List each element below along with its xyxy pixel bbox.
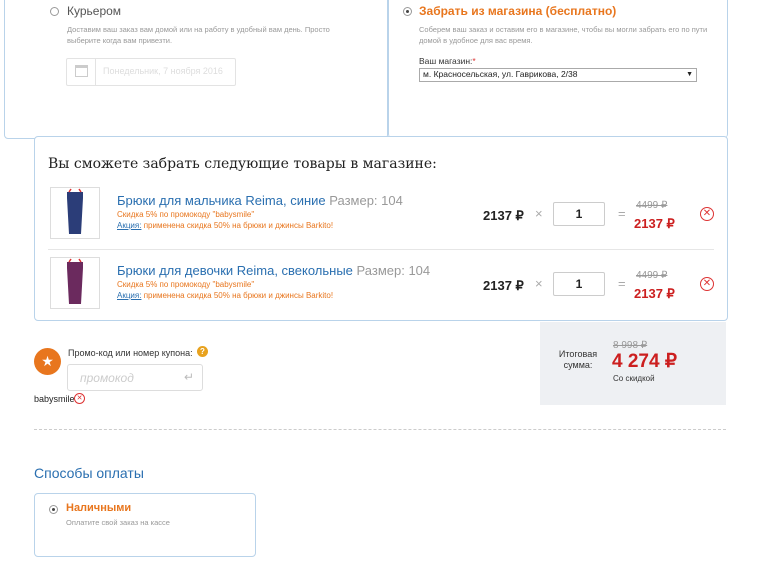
item-divider xyxy=(48,249,714,250)
old-price: 4499 ₽ xyxy=(636,200,668,211)
pickup-items-box: Вы сможете забрать следующие товары в ма… xyxy=(34,136,728,321)
summary-total: 4 274 ₽ xyxy=(612,351,677,372)
unit-price: 2137 ₽ xyxy=(483,278,524,293)
product-action: Акция: применена скидка 50% на брюки и д… xyxy=(117,220,333,231)
store-select[interactable]: м. Красносельская, ул. Гаврикова, 2/38 ▼ xyxy=(419,68,697,82)
product-size: Размер: 104 xyxy=(356,263,431,278)
cash-label[interactable]: Наличными xyxy=(66,502,131,514)
courier-radio[interactable] xyxy=(50,7,59,16)
pickup-description: Соберем ваш заказ и оставим его в магази… xyxy=(419,25,708,45)
promo-label: Промо-код или номер купона: xyxy=(68,348,193,358)
total-price: 2137 ₽ xyxy=(634,286,675,301)
equals-sign: = xyxy=(618,206,626,221)
multiply-sign: × xyxy=(535,206,543,221)
action-text: применена скидка 50% на брюки и джинсы B… xyxy=(143,221,334,230)
promo-input-placeholder: промокод xyxy=(80,371,134,385)
courier-option-box[interactable]: Курьером Доставим ваш заказ вам домой ил… xyxy=(4,0,388,139)
pickup-option-box[interactable]: Забрать из магазина (бесплатно) Соберем … xyxy=(388,0,728,138)
remove-item-icon[interactable]: ✕ xyxy=(700,277,714,291)
cash-radio[interactable] xyxy=(49,505,58,514)
delivery-date-value: Понедельник, 7 ноября 2016 xyxy=(103,66,223,76)
summary-label-line1: Итоговая xyxy=(558,349,598,359)
action-text: применена скидка 50% на брюки и джинсы B… xyxy=(143,291,334,300)
delivery-date-field[interactable]: Понедельник, 7 ноября 2016 xyxy=(66,58,236,86)
pickup-radio[interactable] xyxy=(403,7,412,16)
unit-price: 2137 ₽ xyxy=(483,208,524,223)
pants-icon xyxy=(67,258,83,304)
product-promo: Скидка 5% по промокоду "babysmile" xyxy=(117,280,255,289)
product-title-row: Брюки для мальчика Reima, синие Размер: … xyxy=(117,193,403,208)
remove-promo-icon[interactable]: ✕ xyxy=(74,393,85,404)
product-title-row: Брюки для девочки Reima, свекольные Разм… xyxy=(117,263,430,278)
remove-item-icon[interactable]: ✕ xyxy=(700,207,714,221)
product-thumbnail[interactable] xyxy=(50,257,100,309)
pants-icon xyxy=(67,188,83,234)
product-title[interactable]: Брюки для девочки Reima, свекольные xyxy=(117,263,353,278)
promo-star-icon: ★ xyxy=(34,348,61,375)
payment-heading: Способы оплаты xyxy=(34,465,144,481)
multiply-sign: × xyxy=(535,276,543,291)
promo-help-icon[interactable]: ? xyxy=(197,346,208,357)
pickup-label[interactable]: Забрать из магазина (бесплатно) xyxy=(419,4,616,18)
quantity-input[interactable]: 1 xyxy=(553,202,605,226)
items-heading: Вы сможете забрать следующие товары в ма… xyxy=(48,156,437,172)
order-summary: Итоговая сумма: 8 998 ₽ 4 274 ₽ Со скидк… xyxy=(540,322,726,405)
apply-arrow-icon[interactable]: ↵ xyxy=(184,370,194,384)
courier-label[interactable]: Курьером xyxy=(67,4,121,18)
calendar-icon[interactable] xyxy=(75,65,88,77)
summary-label: Итоговая сумма: xyxy=(553,349,603,371)
old-price: 4499 ₽ xyxy=(636,270,668,281)
product-promo: Скидка 5% по промокоду "babysmile" xyxy=(117,210,255,219)
action-link[interactable]: Акция: xyxy=(117,291,141,300)
summary-note: Со скидкой xyxy=(613,374,655,383)
action-link[interactable]: Акция: xyxy=(117,221,141,230)
equals-sign: = xyxy=(618,276,626,291)
payment-option-cash[interactable]: Наличными Оплатите свой заказ на кассе xyxy=(34,493,256,557)
store-label: Ваш магазин:* xyxy=(419,56,476,66)
applied-promo-code: babysmile xyxy=(34,394,75,404)
required-mark: * xyxy=(472,56,476,66)
promo-input[interactable]: промокод ↵ xyxy=(67,364,203,391)
total-price: 2137 ₽ xyxy=(634,216,675,231)
store-label-text: Ваш магазин: xyxy=(419,56,473,66)
summary-label-line2: сумма: xyxy=(563,360,593,370)
product-thumbnail[interactable] xyxy=(50,187,100,239)
section-divider xyxy=(34,429,726,430)
chevron-down-icon[interactable]: ▼ xyxy=(686,69,693,80)
product-size: Размер: 104 xyxy=(329,193,403,208)
cash-description: Оплатите свой заказ на кассе xyxy=(66,518,170,527)
product-title[interactable]: Брюки для мальчика Reima, синие xyxy=(117,193,326,208)
courier-description: Доставим ваш заказ вам домой или на рабо… xyxy=(67,25,330,45)
quantity-input[interactable]: 1 xyxy=(553,272,605,296)
store-select-value: м. Красносельская, ул. Гаврикова, 2/38 xyxy=(423,69,578,79)
product-action: Акция: применена скидка 50% на брюки и д… xyxy=(117,290,333,301)
